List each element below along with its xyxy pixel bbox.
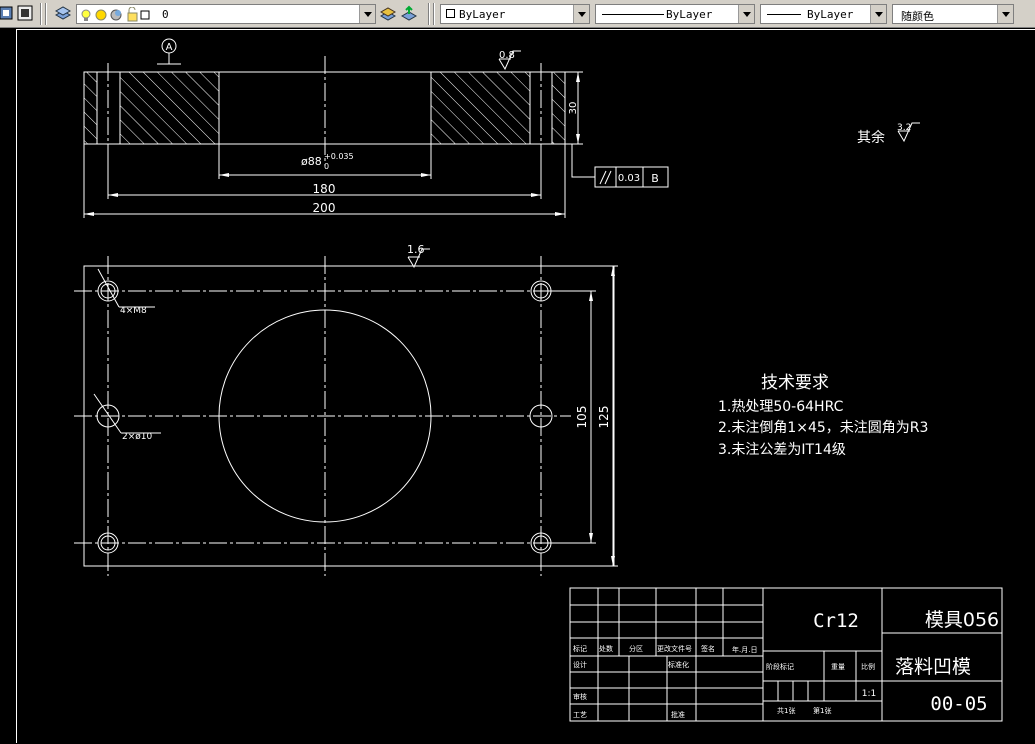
hatch-left-edge <box>84 72 97 144</box>
dim-bore-value: ø88 <box>301 155 322 168</box>
hatch-left-body <box>120 72 219 144</box>
parallelism-icon <box>599 170 607 185</box>
roughness-value: 1.6 <box>407 243 425 256</box>
tolerance-datum: B <box>651 172 659 185</box>
lineweight-value: ByLayer <box>807 8 854 21</box>
title-block: 标记 处数 分区 更改文件号 签名 年.月.日 设计 标准化 审核 工艺 批准 … <box>569 587 1003 722</box>
tb-label: 处数 <box>599 644 613 653</box>
dim-30: 30 <box>568 102 579 115</box>
color-swatch-icon <box>446 9 455 18</box>
layer-name: 0 <box>162 8 169 21</box>
plotstyle-control-dropdown[interactable]: 随颜色 <box>892 4 1014 24</box>
tb-label: 共1张 <box>777 706 795 715</box>
tech-item: 2.未注倒角1×45，未注圆角为R3 <box>718 420 928 436</box>
tb-label: 重量 <box>831 663 845 671</box>
tb-label: 分区 <box>629 644 643 653</box>
hatch-right-edge <box>552 72 565 144</box>
tb-label: 标记 <box>573 644 587 653</box>
dim-180: 180 <box>313 182 336 196</box>
color-value: ByLayer <box>459 8 506 21</box>
chevron-down-icon[interactable] <box>573 5 589 23</box>
plan-view: 4×M8 2×ø10 1.6 105 125 <box>74 243 618 576</box>
part-name: 落料凹模 <box>895 656 971 678</box>
linetype-control-dropdown[interactable]: ByLayer <box>595 4 755 24</box>
dim-125: 125 <box>597 406 611 429</box>
tb-label: 比例 <box>861 662 875 671</box>
tech-item: 1.热处理50-64HRC <box>718 399 844 415</box>
tech-item: 3.未注公差为IT14级 <box>718 442 846 458</box>
dim-105: 105 <box>575 406 589 429</box>
tb-label: 签名 <box>701 644 715 653</box>
tb-label: 更改文件号 <box>657 644 692 653</box>
datum-a-label: A <box>166 42 173 53</box>
tb-label: 第1张 <box>813 706 831 715</box>
scale-value: 1:1 <box>862 689 876 699</box>
toolbar-separator <box>433 3 435 25</box>
hatch-right-body <box>431 72 530 144</box>
layer-previous-icon[interactable] <box>400 4 418 22</box>
holes-thread-label: 4×M8 <box>120 306 147 316</box>
match-properties-icon[interactable] <box>16 4 34 22</box>
color-control-dropdown[interactable]: ByLayer <box>440 4 590 24</box>
tb-label: 年.月.日 <box>732 645 757 654</box>
technical-requirements: 技术要求 1.热处理50-64HRC 2.未注倒角1×45，未注圆角为R3 3.… <box>718 373 928 458</box>
make-layer-current-icon[interactable] <box>379 4 397 22</box>
layer-state-icons <box>81 7 150 22</box>
linetype-preview <box>602 14 664 15</box>
chevron-down-icon[interactable] <box>997 5 1013 23</box>
tb-label: 批准 <box>671 710 685 719</box>
drawing-number: 00-05 <box>930 693 987 715</box>
roughness-other-label: 其余 <box>857 129 885 146</box>
toolbar-separator <box>40 3 42 25</box>
layer-icon[interactable] <box>0 4 16 22</box>
toolbar-separator <box>428 3 430 25</box>
holes-pin-label: 2×ø10 <box>122 432 152 442</box>
properties-toolbar: 0 ByLayer ByLayer ByLayer 随颜色 <box>0 0 1035 28</box>
toolbar-separator <box>45 3 47 25</box>
tb-label: 标准化 <box>668 660 689 669</box>
chevron-down-icon[interactable] <box>738 5 754 23</box>
material: Cr12 <box>813 610 859 632</box>
lineweight-preview <box>767 14 801 15</box>
layer-manager-icon[interactable] <box>54 4 72 22</box>
drawing-code: 模具056 <box>925 609 999 631</box>
tb-label: 审核 <box>573 692 587 701</box>
tb-label: 工艺 <box>573 711 587 719</box>
section-view: A 0.8 ø88 +0.035 0 180 200 30 0.03 B <box>83 38 669 218</box>
chevron-down-icon[interactable] <box>870 5 886 23</box>
dim-200: 200 <box>313 201 336 215</box>
tech-title: 技术要求 <box>761 373 829 393</box>
tb-label: 阶段标记 <box>766 662 794 671</box>
dim-bore-tol-upper: +0.035 <box>324 152 354 161</box>
tolerance-value: 0.03 <box>618 173 640 184</box>
layer-dropdown[interactable]: 0 <box>76 4 376 24</box>
lineweight-control-dropdown[interactable]: ByLayer <box>760 4 887 24</box>
plotstyle-value: 随颜色 <box>901 10 934 23</box>
dim-bore-tol-lower: 0 <box>324 162 329 171</box>
cad-drawing: A 0.8 ø88 +0.035 0 180 200 30 0.03 B 其余 … <box>74 38 1003 722</box>
chevron-down-icon[interactable] <box>359 5 375 23</box>
drawing-canvas[interactable]: A 0.8 ø88 +0.035 0 180 200 30 0.03 B 其余 … <box>16 29 1035 743</box>
roughness-other-value: 3.2 <box>897 123 911 133</box>
linetype-value: ByLayer <box>666 8 713 21</box>
roughness-value: 0.8 <box>499 50 515 61</box>
tb-label: 设计 <box>573 660 587 669</box>
